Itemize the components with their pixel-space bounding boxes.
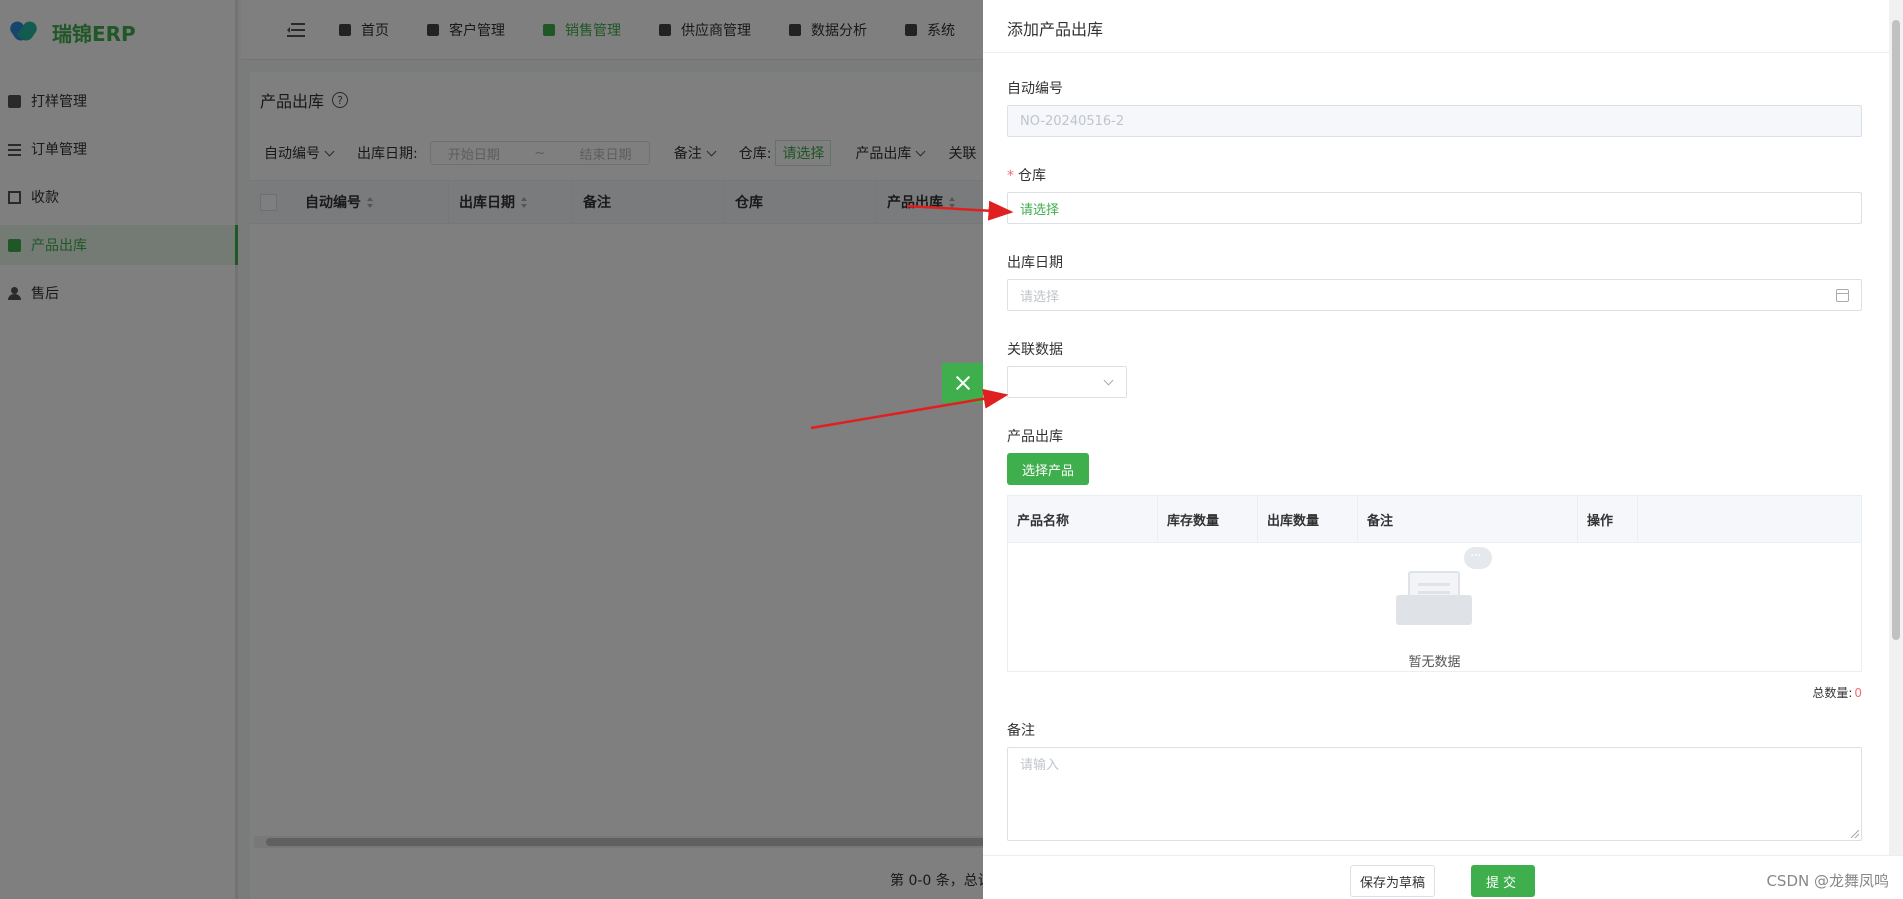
total-quantity: 总数量: 0 <box>1007 684 1862 702</box>
product-table-header: 产品名称 库存数量 出库数量 备注 操作 <box>1008 496 1861 543</box>
related-data-select[interactable] <box>1007 366 1127 398</box>
empty-text: 暂无数据 <box>1408 655 1461 670</box>
label-text: 仓库 <box>1018 168 1046 184</box>
column-header: 操作 <box>1578 496 1638 542</box>
submit-button[interactable]: 提交 <box>1471 865 1535 897</box>
calendar-icon <box>1836 289 1849 302</box>
remark-label: 备注 <box>1007 723 1035 739</box>
watermark: CSDN @龙舞凤鸣 <box>1766 872 1889 890</box>
empty-state: 暂无数据 <box>1008 543 1861 671</box>
required-mark: * <box>1007 168 1014 184</box>
product-table: 产品名称 库存数量 出库数量 备注 操作 暂无数据 <box>1007 495 1862 672</box>
auto-no-input: NO-20240516-2 <box>1007 105 1862 137</box>
total-value: 0 <box>1854 686 1862 700</box>
save-draft-button[interactable]: 保存为草稿 <box>1350 865 1435 897</box>
drawer-footer: 保存为草稿 提交 <box>983 855 1903 899</box>
total-label: 总数量: <box>1812 686 1853 700</box>
date-placeholder: 请选择 <box>1020 289 1060 305</box>
product-out-label: 产品出库 <box>1007 429 1063 445</box>
drawer-title: 添加产品出库 <box>983 0 1903 53</box>
warehouse-label: * 仓库 <box>1007 165 1862 184</box>
remark-textarea[interactable]: 请输入 <box>1007 747 1862 841</box>
auto-no-label: 自动编号 <box>1007 81 1063 97</box>
column-header: 出库数量 <box>1258 496 1358 542</box>
empty-inbox-icon <box>1388 547 1492 637</box>
chevron-down-icon <box>1103 375 1114 386</box>
related-data-label: 关联数据 <box>1007 342 1063 358</box>
product-out-form: 自动编号 NO-20240516-2 * 仓库 请选择 出库日期 请选择 关联数据… <box>1007 78 1862 841</box>
close-drawer-button[interactable] <box>942 363 984 403</box>
drawer-scrollbar[interactable] <box>1889 0 1903 855</box>
out-date-picker[interactable]: 请选择 <box>1007 279 1862 311</box>
column-header: 产品名称 <box>1008 496 1158 542</box>
column-header: 备注 <box>1358 496 1578 542</box>
out-date-label: 出库日期 <box>1007 255 1063 271</box>
scrollbar-thumb[interactable] <box>1892 20 1900 640</box>
add-product-out-drawer: 添加产品出库 自动编号 NO-20240516-2 * 仓库 请选择 出库日期 请… <box>983 0 1903 899</box>
select-product-button[interactable]: 选择产品 <box>1007 453 1090 485</box>
warehouse-select[interactable]: 请选择 <box>1007 192 1862 224</box>
column-header: 库存数量 <box>1158 496 1258 542</box>
